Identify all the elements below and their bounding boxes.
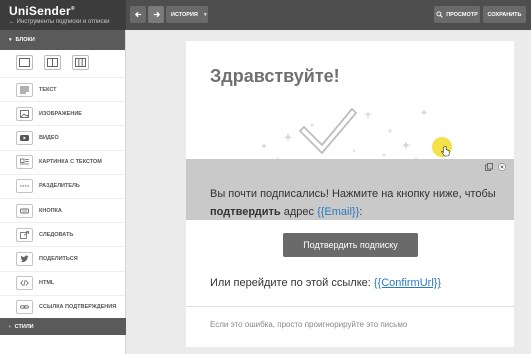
block-item-text[interactable]: ТЕКСТ bbox=[0, 78, 125, 103]
selected-text-block[interactable]: Вы почти подписались! Нажмите на кнопку … bbox=[186, 159, 514, 220]
block-item-label: ССЫЛКА ПОДТВЕРЖДЕНИЯ bbox=[39, 304, 117, 311]
follow-icon bbox=[16, 227, 33, 242]
search-icon bbox=[436, 11, 443, 18]
block-item-button[interactable]: КНОПКА bbox=[0, 199, 125, 224]
hand-cursor-icon bbox=[441, 146, 450, 157]
styles-section-header[interactable]: › СТИЛИ bbox=[0, 318, 126, 335]
block-item-label: ПОДЕЛИТЬСЯ bbox=[39, 255, 78, 262]
email-merge-tag[interactable]: {{Email}} bbox=[317, 206, 359, 218]
confirm-subscription-button[interactable]: Подтвердить подписку bbox=[283, 233, 418, 257]
block-item-follow[interactable]: СЛЕДОВАТЬ bbox=[0, 223, 125, 248]
image-text-icon bbox=[16, 155, 33, 170]
block-actions bbox=[485, 163, 506, 171]
history-dropdown[interactable]: ИСТОРИЯ ▼ bbox=[166, 6, 208, 23]
chevron-right-icon: › bbox=[9, 323, 11, 330]
chevron-down-icon: ▼ bbox=[202, 11, 208, 18]
mouse-cursor-highlight bbox=[432, 137, 452, 157]
email-greeting[interactable]: Здравствуйте! bbox=[210, 66, 340, 87]
sidebar: ▾ БЛОКИ ТЕКСТ ИЗОБРАЖЕНИЕ ВИДЕО КАРТИНКА… bbox=[0, 30, 126, 354]
block-item-confirm-link[interactable]: ССЫЛКА ПОДТВЕРЖДЕНИЯ bbox=[0, 296, 125, 320]
copy-icon[interactable] bbox=[485, 163, 493, 171]
divider bbox=[186, 306, 514, 307]
history-label: ИСТОРИЯ bbox=[171, 11, 198, 18]
block-item-image[interactable]: ИЗОБРАЖЕНИЕ bbox=[0, 102, 125, 127]
email-canvas: Здравствуйте! Вы почти подписались! Нажм… bbox=[186, 41, 514, 347]
alternate-link-line: Или перейдите по этой ссылке: {{ConfirmU… bbox=[210, 277, 442, 289]
logo-block: UniSender® ← Инструменты подписки и отпи… bbox=[0, 0, 126, 30]
block-item-divider[interactable]: РАЗДЕЛИТЕЛЬ bbox=[0, 175, 125, 199]
back-link[interactable]: ← Инструменты подписки и отписки bbox=[9, 18, 126, 26]
styles-header-label: СТИЛИ bbox=[14, 323, 34, 330]
divider-icon bbox=[16, 179, 33, 194]
layout-2-col-icon[interactable] bbox=[44, 55, 61, 70]
block-item-label: РАЗДЕЛИТЕЛЬ bbox=[39, 183, 80, 190]
chevron-down-icon: ▾ bbox=[9, 37, 12, 43]
layout-3-col-icon[interactable] bbox=[72, 55, 89, 70]
block-item-label: ИЗОБРАЖЕНИЕ bbox=[39, 110, 82, 117]
close-icon[interactable] bbox=[498, 163, 506, 171]
block-item-html[interactable]: HTML bbox=[0, 272, 125, 296]
undo-arrow-icon bbox=[134, 11, 141, 18]
block-item-label: КНОПКА bbox=[39, 207, 62, 214]
link-icon bbox=[16, 300, 33, 315]
blocks-section-header[interactable]: ▾ БЛОКИ bbox=[0, 30, 125, 50]
redo-arrow-icon bbox=[153, 11, 160, 18]
block-item-label: СЛЕДОВАТЬ bbox=[39, 231, 74, 238]
save-button[interactable]: СОХРАНИТЬ bbox=[483, 6, 526, 23]
undo-button[interactable] bbox=[130, 6, 146, 23]
preview-button[interactable]: ПРОСМОТР bbox=[434, 6, 480, 23]
block-item-label: ВИДЕО bbox=[39, 134, 59, 141]
app-logo: UniSender® bbox=[9, 4, 75, 18]
block-item-video[interactable]: ВИДЕО bbox=[0, 126, 125, 151]
preview-label: ПРОСМОТР bbox=[446, 11, 478, 18]
save-label: СОХРАНИТЬ bbox=[487, 11, 522, 18]
image-icon bbox=[16, 106, 33, 121]
layout-1-col-icon[interactable] bbox=[16, 55, 33, 70]
block-item-share[interactable]: ПОДЕЛИТЬСЯ bbox=[0, 247, 125, 272]
block-list: ТЕКСТ ИЗОБРАЖЕНИЕ ВИДЕО КАРТИНКА С ТЕКСТ… bbox=[0, 78, 125, 320]
code-icon bbox=[16, 276, 33, 291]
twitter-icon bbox=[16, 251, 33, 266]
video-icon bbox=[16, 130, 33, 145]
text-icon bbox=[16, 82, 33, 97]
block-item-image-text[interactable]: КАРТИНКА С ТЕКСТОМ bbox=[0, 151, 125, 175]
blocks-header-label: БЛОКИ bbox=[15, 37, 35, 43]
checkmark-hero-image[interactable] bbox=[256, 101, 446, 165]
confirm-message: Вы почти подписались! Нажмите на кнопку … bbox=[210, 188, 496, 218]
block-item-label: HTML bbox=[39, 280, 55, 287]
block-item-label: КАРТИНКА С ТЕКСТОМ bbox=[39, 159, 102, 166]
button-icon bbox=[16, 203, 33, 218]
redo-button[interactable] bbox=[148, 6, 164, 23]
confirm-url-tag[interactable]: {{ConfirmUrl}} bbox=[374, 277, 441, 289]
bold-word: подтвердить bbox=[210, 206, 281, 218]
layout-row bbox=[0, 50, 125, 78]
top-toolbar: UniSender® ← Инструменты подписки и отпи… bbox=[0, 0, 531, 30]
block-item-label: ТЕКСТ bbox=[39, 86, 57, 93]
footer-note[interactable]: Если это ошибка, просто проигнорируйте э… bbox=[210, 320, 407, 329]
